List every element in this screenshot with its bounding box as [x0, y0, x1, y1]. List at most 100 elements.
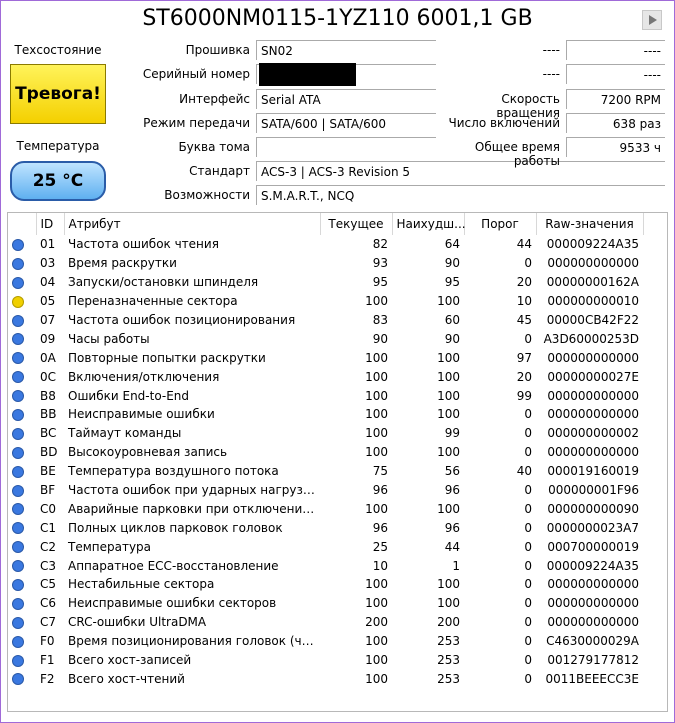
table-row[interactable]: F1 Всего хост-записей 100 253 0 001279177812: [8, 651, 667, 670]
worst-value: 100: [437, 445, 460, 460]
table-row[interactable]: B8 Ошибки End-to-End 100 100 99 000000000000: [8, 386, 667, 405]
table-row[interactable]: 0A Повторные попытки раскрутки 100 100 97 000…: [8, 348, 667, 367]
threshold-value: 0: [524, 539, 532, 554]
next-drive-button[interactable]: [642, 10, 662, 30]
table-row[interactable]: 03 Время раскрутки 93 90 0 000000000000: [8, 254, 667, 273]
raw-column-header[interactable]: Raw-значения: [536, 213, 644, 235]
current-value: 100: [365, 634, 388, 649]
attribute-name: Высокоуровневая запись: [68, 445, 228, 460]
interface-label: Интерфейс: [179, 92, 250, 106]
current-value: 100: [365, 577, 388, 592]
status-cell: [8, 367, 36, 386]
filler-cell: [643, 518, 667, 537]
table-row[interactable]: BD Высокоуровневая запись 100 100 0 000000000…: [8, 443, 667, 462]
attribute-id: 0A: [40, 350, 56, 365]
table-row[interactable]: BC Таймаут команды 100 99 0 000000000002: [8, 424, 667, 443]
status-dot-icon: [12, 238, 24, 251]
attribute-id: C2: [40, 539, 57, 554]
table-row[interactable]: C2 Температура 25 44 0 000700000019: [8, 537, 667, 556]
status-dot-icon: [12, 295, 24, 308]
table-row[interactable]: C3 Аппаратное ECC-восстановление 10 1 0 00000…: [8, 556, 667, 575]
current-value: 25: [372, 539, 388, 554]
raw-value: 00000000162A: [546, 275, 639, 290]
table-row[interactable]: 05 Переназначенные сектора 100 100 10 0000000…: [8, 292, 667, 311]
status-cell: [8, 311, 36, 330]
table-row[interactable]: C6 Неисправимые ошибки секторов 100 100 0 000…: [8, 594, 667, 613]
id-column-header[interactable]: ID: [36, 213, 65, 235]
attribute-id: F0: [40, 634, 55, 649]
table-row[interactable]: C5 Нестабильные сектора 100 100 0 00000000000…: [8, 575, 667, 594]
threshold-value: 0: [524, 671, 532, 686]
attribute-id: 01: [40, 237, 56, 252]
worst-value: 100: [437, 388, 460, 403]
table-row[interactable]: 01 Частота ошибок чтения 82 64 44 000009224A3…: [8, 235, 667, 254]
raw-value: 000000000000: [547, 445, 639, 460]
worst-column-header[interactable]: Наихудш...: [392, 213, 466, 235]
status-cell: [8, 499, 36, 518]
smart-attributes-table[interactable]: ID Атрибут Текущее Наихудш... Порог Raw-…: [7, 212, 668, 712]
current-column-header[interactable]: Текущее: [320, 213, 393, 235]
current-value: 100: [365, 294, 388, 309]
worst-value: 99: [444, 426, 460, 441]
table-row[interactable]: C1 Полных циклов парковок головок 96 96 0 000…: [8, 518, 667, 537]
table-row[interactable]: F0 Время позиционирования головок (часы) 1…: [8, 632, 667, 651]
attribute-id: 09: [40, 331, 56, 346]
attribute-name: Переназначенные сектора: [68, 294, 238, 309]
drive-letter-value: [256, 137, 436, 157]
table-row[interactable]: 09 Часы работы 90 90 0 A3D60000253D: [8, 329, 667, 348]
table-row[interactable]: 07 Частота ошибок позиционирования 83 60 45 0…: [8, 311, 667, 330]
table-row[interactable]: F2 Всего хост-чтений 100 253 0 0011BEEECC3E: [8, 669, 667, 688]
current-value: 100: [365, 671, 388, 686]
filler-cell: [643, 499, 667, 518]
threshold-value: 0: [524, 615, 532, 630]
current-value: 100: [365, 388, 388, 403]
attribute-name: Часы работы: [68, 331, 150, 346]
filler-cell: [643, 669, 667, 688]
status-dot-icon: [12, 484, 24, 497]
worst-value: 253: [437, 653, 460, 668]
worst-value: 200: [437, 615, 460, 630]
status-cell: [8, 405, 36, 424]
current-value: 100: [365, 369, 388, 384]
attribute-name: Неисправимые ошибки секторов: [68, 596, 277, 611]
status-dot-icon: [12, 560, 24, 573]
status-cell: [8, 348, 36, 367]
raw-value: 000009224A35: [546, 237, 639, 252]
status-cell: [8, 254, 36, 273]
table-row[interactable]: C7 CRC-ошибки UltraDMA 200 200 0 000000000000: [8, 613, 667, 632]
attribute-name: Частота ошибок позиционирования: [68, 313, 296, 327]
table-header-row: ID Атрибут Текущее Наихудш... Порог Raw-…: [8, 213, 667, 235]
health-status-badge[interactable]: Тревога!: [10, 64, 106, 124]
threshold-value: 44: [516, 237, 532, 252]
temperature-badge[interactable]: 25 °C: [10, 161, 106, 201]
attribute-name: Время позиционирования головок (часы): [68, 634, 320, 649]
status-cell: [8, 632, 36, 651]
raw-value: 00000CB42F22: [546, 313, 639, 327]
threshold-column-header[interactable]: Порог: [464, 213, 537, 235]
status-dot-icon: [12, 616, 24, 629]
health-label: Техсостояние: [14, 43, 102, 57]
table-row[interactable]: BE Температура воздушного потока 75 56 40 000…: [8, 462, 667, 481]
status-dot-icon: [12, 635, 24, 648]
attribute-name: Включения/отключения: [68, 369, 220, 384]
worst-value: 253: [437, 634, 460, 649]
status-dot-icon: [12, 578, 24, 591]
filler-cell: [643, 254, 667, 273]
filler-cell: [643, 575, 667, 594]
table-row[interactable]: 04 Запуски/остановки шпинделя 95 95 20 000000…: [8, 273, 667, 292]
status-cell: [8, 386, 36, 405]
attribute-column-header[interactable]: Атрибут: [64, 213, 321, 235]
table-row[interactable]: C0 Аварийные парковки при отключении пи..…: [8, 499, 667, 518]
filler-cell: [643, 292, 667, 311]
table-row[interactable]: 0C Включения/отключения 100 100 20 0000000002…: [8, 367, 667, 386]
firmware-value: SN02: [256, 40, 436, 60]
table-row[interactable]: BB Неисправимые ошибки 100 100 0 000000000000: [8, 405, 667, 424]
current-value: 10: [372, 558, 388, 573]
raw-value: A3D60000253D: [543, 331, 639, 346]
threshold-value: 0: [524, 331, 532, 346]
attribute-id: BF: [40, 483, 56, 498]
attribute-name: Запуски/остановки шпинделя: [68, 275, 259, 290]
table-row[interactable]: BF Частота ошибок при ударных нагрузках 96…: [8, 481, 667, 500]
blank-value-1: ----: [566, 40, 665, 60]
status-column-header[interactable]: [8, 213, 37, 235]
